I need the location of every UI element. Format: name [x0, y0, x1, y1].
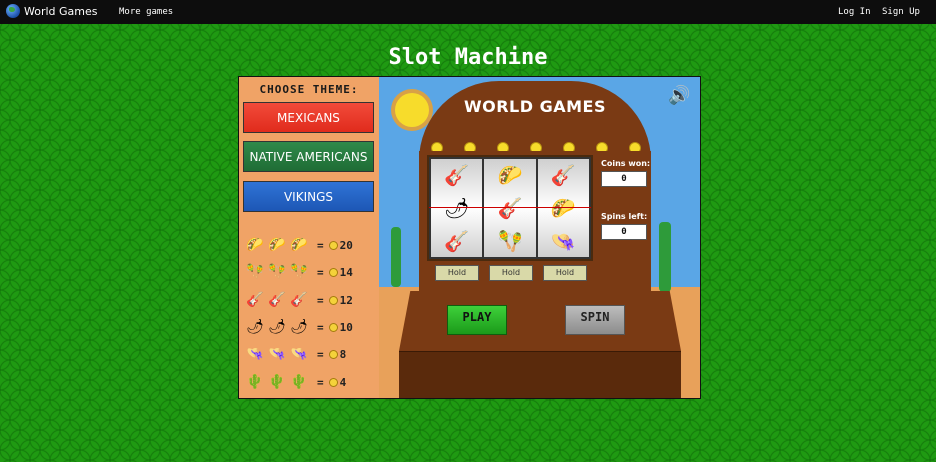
chili-icon: 🌶: [268, 319, 286, 335]
sombrero-icon: 👒: [290, 346, 308, 362]
paytable-symbols: 🪇 🪇 🪇: [245, 262, 309, 282]
paytable-row: 🌵 🌵 🌵 = 4: [245, 371, 346, 393]
theme-mexicans-button[interactable]: MEXICANS: [243, 102, 374, 133]
login-link[interactable]: Log In: [838, 7, 871, 17]
cactus-icon: 🌵: [246, 374, 264, 390]
cactus-icon: 🌵: [268, 374, 286, 390]
reel-3: 🎸 🌮 👒: [537, 159, 589, 257]
play-button[interactable]: PLAY: [447, 305, 507, 335]
paytable-symbols: 🎸 🎸 🎸: [245, 290, 309, 310]
brand-link[interactable]: World Games: [6, 4, 98, 18]
page-title: Slot Machine: [388, 45, 548, 70]
guitar-icon: 🎸: [246, 292, 264, 308]
spins-left-label: Spins left:: [601, 212, 648, 221]
guitar-icon: 🎸: [268, 292, 286, 308]
paytable-symbols: 🌵 🌵 🌵: [245, 372, 309, 392]
sombrero-icon: 👒: [246, 346, 264, 362]
reel-symbol: 🎸: [550, 163, 576, 188]
more-games-link[interactable]: More games: [119, 7, 173, 17]
maracas-icon: 🪇: [290, 264, 308, 280]
reel-symbol: 🪇: [497, 228, 523, 253]
guitar-icon: 🎸: [290, 292, 308, 308]
coin-icon: [328, 240, 338, 250]
chili-icon: 🌶: [290, 319, 308, 335]
payline: [429, 207, 591, 208]
payout-value: 10: [339, 320, 353, 334]
paytable-symbols: 👒 👒 👒: [245, 344, 309, 364]
spins-left-value: 0: [601, 224, 647, 240]
equals-sign: =: [317, 238, 324, 252]
taco-icon: 🌮: [268, 237, 286, 253]
paytable-row: 🎸 🎸 🎸 = 12: [245, 289, 353, 311]
payout-value: 4: [339, 375, 347, 389]
machine-base: [399, 351, 681, 398]
coin-icon: [328, 377, 338, 387]
payout-value: 12: [339, 293, 353, 307]
equals-sign: =: [317, 293, 324, 307]
coin-icon: [328, 295, 338, 305]
hold-button-1[interactable]: Hold: [435, 265, 479, 281]
signup-link[interactable]: Sign Up: [882, 7, 920, 17]
equals-sign: =: [317, 375, 324, 389]
coin-icon: [328, 322, 338, 332]
theme-vikings-button[interactable]: VIKINGS: [243, 181, 374, 212]
reel-1: 🎸 🌶 🎸: [431, 159, 483, 257]
choose-theme-label: CHOOSE THEME:: [259, 83, 359, 96]
cactus-icon: 🌵: [290, 374, 308, 390]
brand-name: World Games: [24, 4, 98, 18]
coin-icon: [328, 349, 338, 359]
coin-icon: [328, 267, 338, 277]
hold-button-3[interactable]: Hold: [543, 265, 587, 281]
slot-machine-game: CHOOSE THEME: MEXICANS NATIVE AMERICANS …: [238, 76, 701, 399]
payout-value: 8: [339, 347, 347, 361]
paytable-symbols: 🌮 🌮 🌮: [245, 235, 309, 255]
maracas-icon: 🪇: [246, 264, 264, 280]
spin-button[interactable]: SPIN: [565, 305, 625, 335]
paytable-row: 🌶 🌶 🌶 = 10: [245, 316, 353, 338]
equals-sign: =: [317, 265, 324, 279]
coins-won-label: Coins won:: [601, 159, 651, 168]
taco-icon: 🌮: [290, 237, 308, 253]
speaker-icon[interactable]: 🔊: [668, 85, 690, 106]
paytable-row: 🪇 🪇 🪇 = 14: [245, 261, 353, 283]
taco-icon: 🌮: [246, 237, 264, 253]
maracas-icon: 🪇: [268, 264, 286, 280]
equals-sign: =: [317, 347, 324, 361]
machine-title: WORLD GAMES: [463, 97, 606, 116]
paytable-row: 🌮 🌮 🌮 = 20: [245, 234, 353, 256]
reel-symbol: 🌮: [497, 163, 523, 188]
payout-value: 20: [339, 238, 353, 252]
reel-2: 🌮 🎸 🪇: [484, 159, 536, 257]
top-navigation-bar: World Games More games Log In Sign Up: [0, 0, 936, 24]
theme-panel: CHOOSE THEME: MEXICANS NATIVE AMERICANS …: [239, 77, 379, 398]
paytable-symbols: 🌶 🌶 🌶: [245, 317, 309, 337]
sombrero-icon: 👒: [268, 346, 286, 362]
payout-value: 14: [339, 265, 353, 279]
coins-won-value: 0: [601, 171, 647, 187]
chili-icon: 🌶: [246, 319, 264, 335]
cactus-left: [391, 227, 401, 287]
reel-symbol: 🎸: [444, 228, 470, 253]
cactus-right: [659, 222, 671, 292]
hold-button-2[interactable]: Hold: [489, 265, 533, 281]
machine-counter: [399, 291, 681, 351]
paytable-row: 👒 👒 👒 = 8: [245, 343, 346, 365]
reel-symbol: 👒: [550, 228, 576, 253]
theme-native-americans-button[interactable]: NATIVE AMERICANS: [243, 141, 374, 172]
globe-icon: [6, 4, 20, 18]
reels: 🎸 🌶 🎸 🌮 🎸 🪇 🎸 🌮 👒: [427, 155, 593, 261]
equals-sign: =: [317, 320, 324, 334]
reel-symbol: 🎸: [444, 163, 470, 188]
